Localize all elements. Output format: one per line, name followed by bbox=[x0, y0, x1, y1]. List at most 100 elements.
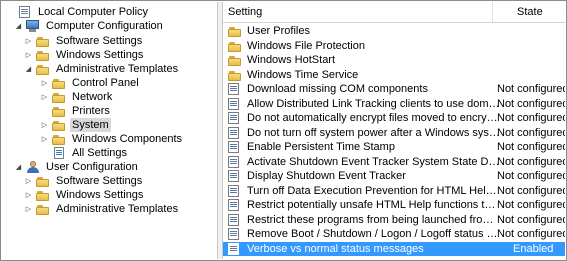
folder-icon bbox=[227, 68, 243, 82]
tree-item-all-settings[interactable]: All Settings bbox=[40, 146, 129, 160]
item-state: Not configured bbox=[497, 155, 565, 168]
list-item-setting[interactable]: Download missing COM components Not conf… bbox=[223, 82, 565, 97]
list-item-setting[interactable]: Remove Boot / Shutdown / Logon / Logoff … bbox=[223, 227, 565, 242]
policy-tree[interactable]: Local Computer Policy ◢ Computer Configu… bbox=[2, 2, 217, 259]
expanded-arrow-icon[interactable]: ◢ bbox=[14, 160, 23, 174]
tree-item-user-configuration[interactable]: ◢ User Configuration bbox=[14, 160, 140, 174]
folder-icon bbox=[51, 132, 67, 146]
list-item-folder[interactable]: Windows Time Service bbox=[223, 68, 565, 83]
folder-icon bbox=[227, 53, 243, 67]
item-state: Not configured bbox=[497, 199, 565, 212]
tree-item-control-panel[interactable]: ▷ Control Panel bbox=[40, 76, 141, 90]
tree-item-label: Computer Configuration bbox=[46, 20, 163, 32]
list-item-folder[interactable]: User Profiles bbox=[223, 24, 565, 39]
policy-setting-icon bbox=[227, 97, 243, 111]
folder-icon bbox=[51, 118, 67, 132]
item-state: Not configured bbox=[497, 126, 565, 139]
collapsed-arrow-icon[interactable]: ▷ bbox=[40, 76, 49, 90]
list-item-setting[interactable]: Restrict potentially unsafe HTML Help fu… bbox=[223, 198, 565, 213]
gpedit-window: Local Computer Policy ◢ Computer Configu… bbox=[0, 0, 567, 261]
tree-item-network[interactable]: ▷ Network bbox=[40, 90, 114, 104]
list-item-setting[interactable]: Display Shutdown Event Tracker Not confi… bbox=[223, 169, 565, 184]
list-item-setting[interactable]: Do not turn off system power after a Win… bbox=[223, 126, 565, 141]
folder-icon bbox=[35, 188, 51, 202]
list-item-setting[interactable]: Activate Shutdown Event Tracker System S… bbox=[223, 155, 565, 170]
tree-item-label: Network bbox=[72, 91, 113, 103]
settings-list[interactable]: Setting State User Profiles Windows File… bbox=[223, 2, 565, 259]
tree-item-system[interactable]: ▷ System bbox=[40, 118, 111, 132]
collapsed-arrow-icon[interactable]: ▷ bbox=[40, 118, 49, 132]
item-name: Do not automatically encrypt files moved… bbox=[247, 112, 501, 125]
tree-item-label: Windows Settings bbox=[56, 49, 144, 61]
tree-item-label: Windows Settings bbox=[56, 189, 144, 201]
list-item-setting[interactable]: Allow Distributed Link Tracking clients … bbox=[223, 97, 565, 112]
list-item-folder[interactable]: Windows HotStart bbox=[223, 53, 565, 68]
column-header-state[interactable]: State bbox=[493, 2, 565, 22]
tree-item-label: User Configuration bbox=[46, 161, 138, 173]
item-name: Restrict potentially unsafe HTML Help fu… bbox=[247, 199, 501, 212]
folder-icon bbox=[51, 90, 67, 104]
collapsed-arrow-icon[interactable]: ▷ bbox=[40, 132, 49, 146]
column-header-setting[interactable]: Setting bbox=[223, 2, 493, 22]
tree-item-label: Administrative Templates bbox=[56, 203, 179, 215]
item-state: Not configured bbox=[497, 83, 565, 96]
list-rows: User Profiles Windows File Protection Wi… bbox=[223, 24, 565, 256]
folder-icon bbox=[35, 48, 51, 62]
collapsed-arrow-icon[interactable]: ▷ bbox=[24, 34, 33, 48]
item-state: Not configured bbox=[497, 170, 565, 183]
tree-item-user-administrative-templates[interactable]: ▷ Administrative Templates bbox=[24, 202, 180, 216]
item-state: Not configured bbox=[497, 228, 565, 241]
tree-item-label: Administrative Templates bbox=[56, 63, 179, 75]
item-name: Allow Distributed Link Tracking clients … bbox=[247, 97, 501, 110]
tree-item-computer-configuration[interactable]: ◢ Computer Configuration bbox=[14, 19, 165, 33]
tree-item-user-windows-settings[interactable]: ▷ Windows Settings bbox=[24, 188, 145, 202]
item-name: Activate Shutdown Event Tracker System S… bbox=[247, 155, 501, 168]
folder-icon bbox=[51, 76, 67, 90]
collapsed-arrow-icon[interactable]: ▷ bbox=[24, 202, 33, 216]
tree-item-windows-settings[interactable]: ▷ Windows Settings bbox=[24, 48, 145, 62]
policy-setting-icon bbox=[227, 184, 243, 198]
policy-setting-icon bbox=[227, 242, 243, 256]
collapsed-arrow-icon[interactable]: ▷ bbox=[24, 48, 33, 62]
item-state: Not configured bbox=[497, 184, 565, 197]
folder-icon bbox=[227, 24, 243, 38]
collapsed-arrow-icon[interactable]: ▷ bbox=[24, 188, 33, 202]
collapsed-arrow-icon[interactable]: ▷ bbox=[24, 174, 33, 188]
policy-setting-icon bbox=[227, 155, 243, 169]
item-name: Windows File Protection bbox=[247, 39, 365, 52]
policy-setting-icon bbox=[227, 198, 243, 212]
tree-item-printers[interactable]: Printers bbox=[40, 104, 112, 118]
expanded-arrow-icon[interactable]: ◢ bbox=[24, 62, 33, 76]
item-name: Windows Time Service bbox=[247, 68, 359, 81]
tree-item-software-settings[interactable]: ▷ Software Settings bbox=[24, 34, 144, 48]
item-name: Enable Persistent Time Stamp bbox=[247, 141, 395, 154]
list-header: Setting State bbox=[223, 2, 565, 23]
folder-icon bbox=[51, 104, 67, 118]
folder-icon bbox=[35, 202, 51, 216]
tree-item-label: Local Computer Policy bbox=[38, 6, 149, 18]
folder-icon bbox=[35, 174, 51, 188]
list-item-setting-selected[interactable]: Verbose vs normal status messages Enable… bbox=[223, 241, 565, 256]
item-name: Windows HotStart bbox=[247, 54, 336, 67]
tree-item-windows-components[interactable]: ▷ Windows Components bbox=[40, 132, 184, 146]
policy-setting-icon bbox=[227, 126, 243, 140]
item-state: Not configured bbox=[497, 213, 565, 226]
list-item-setting[interactable]: Do not automatically encrypt files moved… bbox=[223, 111, 565, 126]
list-item-setting[interactable]: Restrict these programs from being launc… bbox=[223, 213, 565, 228]
collapsed-arrow-icon[interactable]: ▷ bbox=[40, 90, 49, 104]
tree-item-user-software-settings[interactable]: ▷ Software Settings bbox=[24, 174, 144, 188]
list-item-setting[interactable]: Turn off Data Execution Prevention for H… bbox=[223, 184, 565, 199]
list-item-folder[interactable]: Windows File Protection bbox=[223, 39, 565, 54]
tree-item-label: System bbox=[70, 118, 111, 132]
tree-item-label: Control Panel bbox=[72, 77, 139, 89]
folder-icon bbox=[227, 39, 243, 53]
tree-item-label: Windows Components bbox=[72, 133, 183, 145]
expanded-arrow-icon[interactable]: ◢ bbox=[14, 19, 23, 33]
user-icon bbox=[25, 160, 41, 174]
tree-item-local-computer-policy[interactable]: Local Computer Policy bbox=[6, 5, 150, 19]
list-item-setting[interactable]: Enable Persistent Time Stamp Not configu… bbox=[223, 140, 565, 155]
tree-item-administrative-templates[interactable]: ◢ Administrative Templates bbox=[24, 62, 180, 76]
